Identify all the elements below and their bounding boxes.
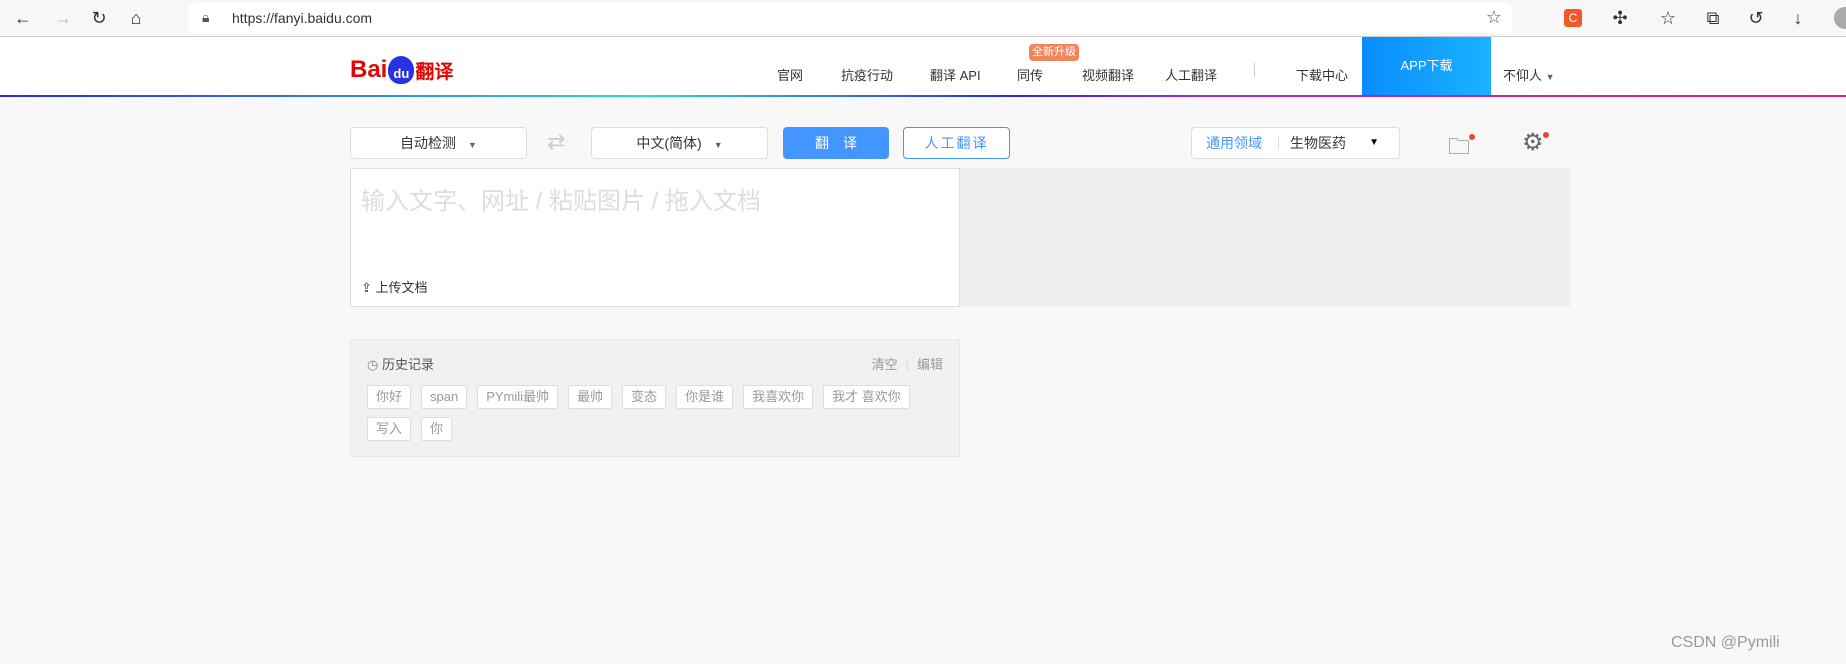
download-icon[interactable]: ↓ <box>1787 7 1809 29</box>
favorites-folder-icon[interactable]: 🗀︎ <box>1448 130 1470 168</box>
browser-toolbar: ← → ↻ ⌂ 🔒︎ https://fanyi.baidu.com ☆ C ✣… <box>0 0 1846 37</box>
divider: | <box>905 357 909 372</box>
history-item[interactable]: 最帅 <box>568 385 613 409</box>
history-item[interactable]: 写入 <box>367 417 412 441</box>
edit-history-button[interactable]: 编辑 <box>917 357 943 372</box>
user-name: 不仰人 <box>1503 68 1543 83</box>
history-icon[interactable]: ↺ <box>1745 7 1767 29</box>
target-language-select[interactable]: 中文(简体) ▼ <box>591 127 768 159</box>
collections-icon[interactable]: ⧉ <box>1702 7 1724 29</box>
new-upgrade-badge: 全新升级 <box>1029 44 1079 61</box>
chevron-down-icon: ▼ <box>468 140 477 150</box>
swap-languages-icon[interactable]: ⇄ <box>547 129 565 155</box>
source-language-label: 自动检测 <box>400 135 457 151</box>
history-item[interactable]: 你是谁 <box>676 385 734 409</box>
url-text[interactable]: https://fanyi.baidu.com <box>232 10 372 26</box>
nav-api[interactable]: 翻译 API <box>930 65 981 84</box>
target-language-label: 中文(简体) <box>636 135 702 151</box>
extension-c-icon[interactable]: C <box>1564 9 1582 27</box>
notification-dot <box>1543 132 1549 138</box>
address-bar[interactable]: 🔒︎ https://fanyi.baidu.com ☆ <box>188 3 1512 33</box>
domain-select[interactable]: 通用领域 生物医药 ▼ <box>1191 127 1400 159</box>
history-item[interactable]: 你好 <box>367 385 412 409</box>
chevron-down-icon: ▼ <box>713 140 723 150</box>
home-icon[interactable]: ⌂ <box>125 7 147 29</box>
domain-selected-label: 生物医药 <box>1290 135 1346 151</box>
nav-human[interactable]: 人工翻译 <box>1165 65 1217 84</box>
nav-kangyi[interactable]: 抗疫行动 <box>841 65 893 84</box>
history-clock-icon: ◷ <box>367 357 379 372</box>
logo-bai: Bai <box>350 56 388 83</box>
lock-icon: 🔒︎ <box>202 9 210 25</box>
back-icon[interactable]: ← <box>12 7 34 29</box>
source-language-select[interactable]: 自动检测 ▼ <box>350 127 527 159</box>
chevron-down-icon: ▼ <box>1369 137 1379 148</box>
logo-fanyi: 翻译 <box>415 62 454 83</box>
history-item[interactable]: PYmili最帅 <box>477 385 559 409</box>
notification-dot <box>1469 134 1475 140</box>
forward-icon[interactable]: → <box>52 7 74 29</box>
domain-divider <box>1278 137 1279 150</box>
chevron-down-icon: ▼ <box>1545 72 1555 82</box>
input-placeholder: 输入文字、网址 / 粘贴图片 / 拖入文档 <box>361 188 762 215</box>
history-item[interactable]: 你 <box>421 417 453 441</box>
history-item[interactable]: 我才 喜欢你 <box>823 385 910 409</box>
history-panel: ◷ 历史记录 清空 | 编辑 你好 span PYmili最帅 最帅 变态 你是谁 … <box>350 339 960 457</box>
header-gradient-line <box>0 95 1846 97</box>
reload-icon[interactable]: ↻ <box>88 7 110 29</box>
source-text-input[interactable]: 输入文字、网址 / 粘贴图片 / 拖入文档 ⇪ 上传文档 <box>350 168 960 307</box>
history-tags: 你好 span PYmili最帅 最帅 变态 你是谁 我喜欢你 我才 喜欢你 写… <box>367 385 947 441</box>
upload-document-button[interactable]: ⇪ 上传文档 <box>361 277 428 296</box>
nav-divider <box>1254 63 1255 77</box>
extensions-icon[interactable]: ✣ <box>1609 7 1631 29</box>
favorites-icon[interactable]: ☆ <box>1657 7 1679 29</box>
clear-history-button[interactable]: 清空 <box>872 357 898 372</box>
domain-general-label[interactable]: 通用领域 <box>1206 128 1262 158</box>
settings-gear-icon[interactable]: ⚙︎ <box>1522 128 1544 157</box>
history-item[interactable]: span <box>421 385 468 409</box>
history-title: 历史记录 <box>381 357 434 372</box>
nav-video[interactable]: 视频翻译 <box>1082 65 1134 84</box>
user-menu[interactable]: 不仰人 ▼ <box>1503 65 1555 84</box>
nav-tongchuan[interactable]: 同传 <box>1017 65 1043 84</box>
history-item[interactable]: 我喜欢你 <box>743 385 814 409</box>
site-header <box>0 37 1846 97</box>
translation-output-panel <box>960 168 1570 307</box>
nav-guanwang[interactable]: 官网 <box>777 65 803 84</box>
app-download-button[interactable]: APP下载 <box>1362 37 1491 95</box>
translate-button[interactable]: 翻译 <box>783 127 889 159</box>
upload-label: 上传文档 <box>375 280 428 295</box>
upload-icon: ⇪ <box>361 280 372 295</box>
human-translate-button[interactable]: 人工翻译 <box>903 127 1010 159</box>
history-item[interactable]: 变态 <box>622 385 667 409</box>
baidu-fanyi-logo[interactable]: Bai du 翻译 <box>350 52 453 84</box>
profile-avatar[interactable] <box>1834 7 1846 29</box>
logo-paw: du <box>388 56 415 84</box>
watermark: CSDN @Pymili <box>1671 634 1780 651</box>
nav-download-center[interactable]: 下载中心 <box>1296 65 1348 84</box>
add-favorite-icon[interactable]: ☆ <box>1486 7 1502 28</box>
